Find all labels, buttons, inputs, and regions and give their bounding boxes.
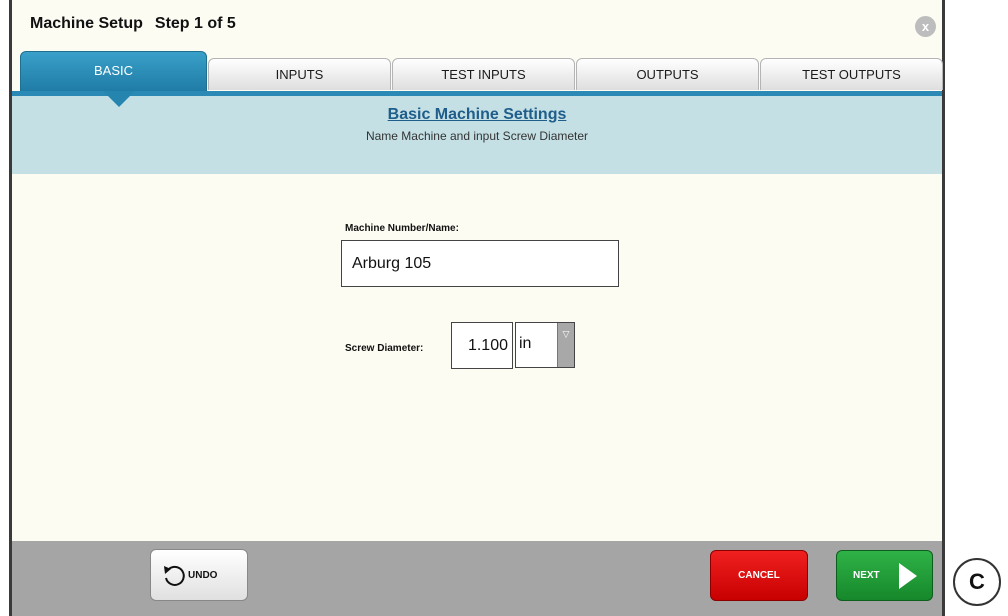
window-title-name: Machine Setup — [30, 15, 143, 32]
section-subtitle: Name Machine and input Screw Diameter — [365, 129, 589, 143]
machine-setup-window: Machine Setup Step 1 of 5 x BASIC INPUTS … — [9, 0, 945, 616]
next-label: NEXT — [853, 570, 880, 581]
window-title: Machine Setup Step 1 of 5 — [30, 15, 236, 33]
screw-diameter-input[interactable]: 1.100 — [451, 322, 513, 369]
title-bar: Machine Setup Step 1 of 5 x — [12, 0, 942, 52]
machine-name-input[interactable]: Arburg 105 — [341, 240, 619, 287]
triangle-down-icon[interactable]: ▽ — [557, 323, 574, 367]
close-icon[interactable]: x — [915, 16, 936, 37]
tab-test-inputs[interactable]: TEST INPUTS — [392, 58, 575, 90]
next-button[interactable]: NEXT — [836, 550, 933, 601]
tab-test-outputs[interactable]: TEST OUTPUTS — [760, 58, 943, 90]
machine-name-label: Machine Number/Name: — [345, 223, 459, 234]
undo-label: UNDO — [188, 570, 218, 581]
undo-button[interactable]: UNDO — [150, 549, 248, 601]
active-tab-pointer — [103, 91, 135, 107]
tab-bar: BASIC INPUTS TEST INPUTS OUTPUTS TEST OU… — [20, 51, 943, 91]
unit-select-value: in — [519, 335, 532, 352]
footer-bar: UNDO CANCEL NEXT — [12, 541, 942, 616]
corner-badge: C — [953, 558, 1001, 606]
unit-select[interactable]: in ▽ — [515, 322, 575, 368]
undo-icon — [164, 565, 185, 586]
tab-basic[interactable]: BASIC — [20, 51, 207, 91]
cancel-button[interactable]: CANCEL — [710, 550, 808, 601]
arrow-right-icon — [899, 563, 917, 589]
section-title: Basic Machine Settings — [387, 106, 567, 123]
tab-outputs[interactable]: OUTPUTS — [576, 58, 759, 90]
section-header: Basic Machine Settings Name Machine and … — [12, 96, 942, 174]
step-indicator: Step 1 of 5 — [154, 15, 236, 32]
screw-diameter-label: Screw Diameter: — [345, 343, 424, 354]
tab-inputs[interactable]: INPUTS — [208, 58, 391, 90]
